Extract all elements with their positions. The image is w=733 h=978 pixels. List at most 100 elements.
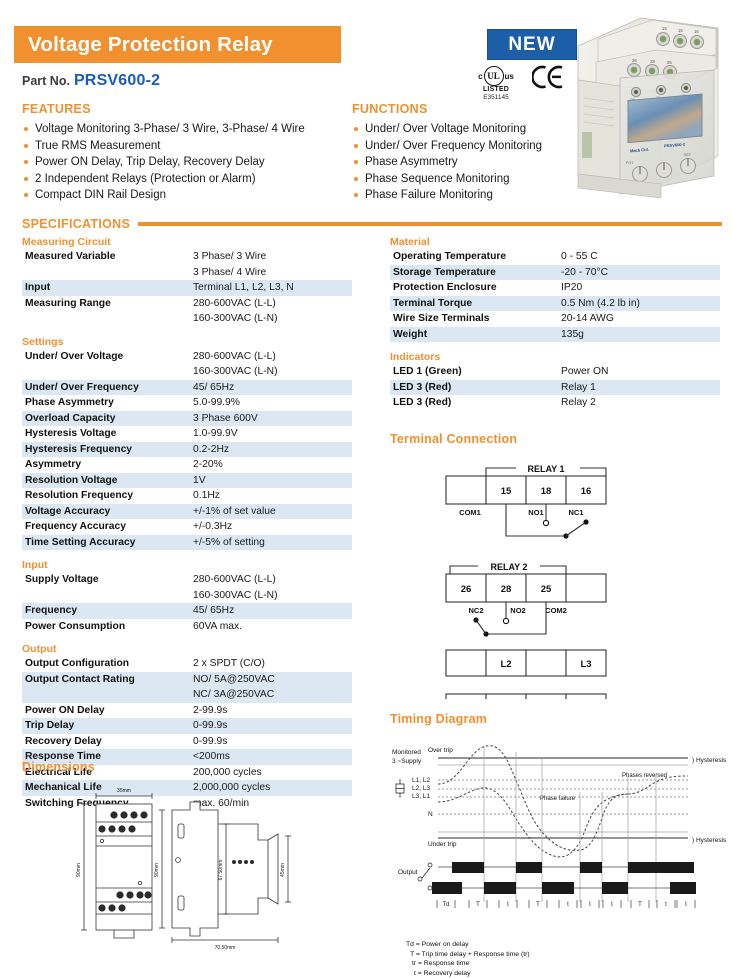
spec-value: 2-99.9s xyxy=(185,703,352,719)
spec-value: 2-20% xyxy=(185,457,352,473)
svg-text:Phases reversed: Phases reversed xyxy=(622,773,667,779)
list-item: True RMS Measurement xyxy=(22,138,352,155)
spec-value: 280-600VAC (L-L) xyxy=(185,296,352,312)
terminal-connection-section: Terminal Connection RELAY 1 15 18 16 xyxy=(390,432,725,704)
spec-value: 160-300VAC (L-N) xyxy=(185,588,352,604)
table-row: LED 3 (Red)Relay 1 xyxy=(390,380,720,396)
new-badge-label: NEW xyxy=(508,34,555,56)
table-row: Hysteresis Frequency0.2-2Hz xyxy=(22,442,352,458)
new-badge: NEW xyxy=(487,29,577,60)
spec-table: Operating Temperature0 - 55 CStorage Tem… xyxy=(390,249,720,342)
spec-value: 280-600VAC (L-L) xyxy=(185,572,352,588)
svg-text:25: 25 xyxy=(667,60,672,65)
spec-value: NC/ 3A@250VAC xyxy=(185,687,352,703)
spec-value: 3 Phase 600V xyxy=(185,411,352,427)
spec-key: Supply Voltage xyxy=(22,572,185,588)
spec-key xyxy=(22,265,185,281)
spec-key: Measured Variable xyxy=(22,249,185,265)
spec-table: Under/ Over Voltage280-600VAC (L-L)160-3… xyxy=(22,349,352,551)
list-item: Under/ Over Frequency Monitoring xyxy=(352,138,602,155)
spec-value: 3 Phase/ 3 Wire xyxy=(185,249,352,265)
spec-key: Terminal Torque xyxy=(390,296,553,312)
svg-text:) Hysteresis: ) Hysteresis xyxy=(692,757,727,764)
table-row: Voltage Accuracy+/-1% of set value xyxy=(22,504,352,520)
table-row: Protection EnclosureIP20 xyxy=(390,280,720,296)
list-item: Phase Failure Monitoring xyxy=(352,187,602,204)
specifications-heading: SPECIFICATIONS xyxy=(22,217,722,231)
spec-value: 45/ 65Hz xyxy=(185,603,352,619)
svg-text:) Hysteresis: ) Hysteresis xyxy=(692,837,727,844)
spec-value: 60VA max. xyxy=(185,619,352,635)
spec-key: Phase Asymmetry xyxy=(22,395,185,411)
svg-text:45mm: 45mm xyxy=(280,863,286,877)
spec-value: 0-99.9s xyxy=(185,718,352,734)
svg-text:Monitored: Monitored xyxy=(392,749,421,756)
specifications-left-column: Measuring CircuitMeasured Variable3 Phas… xyxy=(22,236,352,811)
table-row: Output Contact RatingNO/ 5A@250VAC xyxy=(22,672,352,688)
spec-value: 135g xyxy=(553,327,720,343)
table-row: Asymmetry2-20% xyxy=(22,457,352,473)
spec-group-title: Output xyxy=(22,634,352,655)
table-row: Phase Asymmetry5.0-99.9% xyxy=(22,395,352,411)
svg-text:SET: SET xyxy=(684,153,692,157)
table-row: LED 1 (Green)Power ON xyxy=(390,364,720,380)
svg-text:Over trip: Over trip xyxy=(428,747,453,754)
dimensions-section: Dimensions xyxy=(22,760,362,955)
timing-tick-label: t xyxy=(567,902,569,908)
timing-legend: Td = Power on delay T = Trip time delay … xyxy=(390,940,730,978)
list-item: Phase Asymmetry xyxy=(352,154,602,171)
svg-text:RELAY 1: RELAY 1 xyxy=(527,464,564,474)
ul-listed-icon: c UL us LISTED E351145 xyxy=(468,66,524,102)
specifications-rule xyxy=(138,222,722,226)
timing-tick-label: t xyxy=(611,902,613,908)
spec-key: Time Setting Accuracy xyxy=(22,535,185,551)
spec-group-title: Measuring Circuit xyxy=(22,236,352,248)
spec-value: +/-1% of set value xyxy=(185,504,352,520)
svg-text:26: 26 xyxy=(632,58,637,63)
spec-group-title: Input xyxy=(22,550,352,571)
table-row: Hysteresis Voltage1.0-99.9V xyxy=(22,426,352,442)
spec-key: Power ON Delay xyxy=(22,703,185,719)
spec-value: 0.2-2Hz xyxy=(185,442,352,458)
ul-us-label: us xyxy=(505,72,514,81)
spec-value: 160-300VAC (L-N) xyxy=(185,311,352,327)
svg-text:L3: L3 xyxy=(580,659,591,670)
spec-key: Voltage Accuracy xyxy=(22,504,185,520)
svg-text:L1, L2: L1, L2 xyxy=(412,777,430,784)
table-row: 3 Phase/ 4 Wire xyxy=(22,265,352,281)
features-heading: FEATURES xyxy=(22,102,352,116)
svg-text:18: 18 xyxy=(678,28,683,33)
svg-text:NC1: NC1 xyxy=(568,508,583,517)
list-item: Power ON Delay, Trip Delay, Recovery Del… xyxy=(22,154,352,171)
spec-table: LED 1 (Green)Power ONLED 3 (Red)Relay 1L… xyxy=(390,364,720,411)
svg-text:25: 25 xyxy=(541,584,552,595)
ul-file-number: E351145 xyxy=(468,94,524,102)
timing-tick-label: t xyxy=(685,902,687,908)
spec-key: Asymmetry xyxy=(22,457,185,473)
spec-key: Storage Temperature xyxy=(390,265,553,281)
certification-marks: c UL us LISTED E351145 xyxy=(468,66,578,106)
svg-text:NO2: NO2 xyxy=(510,606,525,615)
spec-key: Frequency xyxy=(22,603,185,619)
svg-text:90mm: 90mm xyxy=(76,863,82,877)
spec-key: Trip Delay xyxy=(22,718,185,734)
svg-text:67.50mm: 67.50mm xyxy=(218,860,224,881)
table-row: Storage Temperature-20 - 70°C xyxy=(390,265,720,281)
specifications-heading-text: SPECIFICATIONS xyxy=(22,217,130,231)
spec-value: 2 x SPDT (C/O) xyxy=(185,656,352,672)
svg-text:90mm: 90mm xyxy=(154,863,160,877)
spec-value: 280-600VAC (L-L) xyxy=(185,349,352,365)
spec-group-title: Material xyxy=(390,236,720,248)
dimensions-drawing: 35mm 90mm xyxy=(22,780,352,950)
spec-value: 0.1Hz xyxy=(185,488,352,504)
spec-key: Hysteresis Voltage xyxy=(22,426,185,442)
spec-key: Hysteresis Frequency xyxy=(22,442,185,458)
spec-value: NO/ 5A@250VAC xyxy=(185,672,352,688)
table-row: Measured Variable3 Phase/ 3 Wire xyxy=(22,249,352,265)
spec-value: -20 - 70°C xyxy=(553,265,720,281)
svg-text:28: 28 xyxy=(501,584,512,595)
table-row: Power ON Delay2-99.9s xyxy=(22,703,352,719)
spec-value: 5.0-99.9% xyxy=(185,395,352,411)
legend-line: t = Recovery delay xyxy=(406,969,730,978)
timing-diagram: Monitored 3 ~Supply Over trip Under trip… xyxy=(390,732,730,937)
